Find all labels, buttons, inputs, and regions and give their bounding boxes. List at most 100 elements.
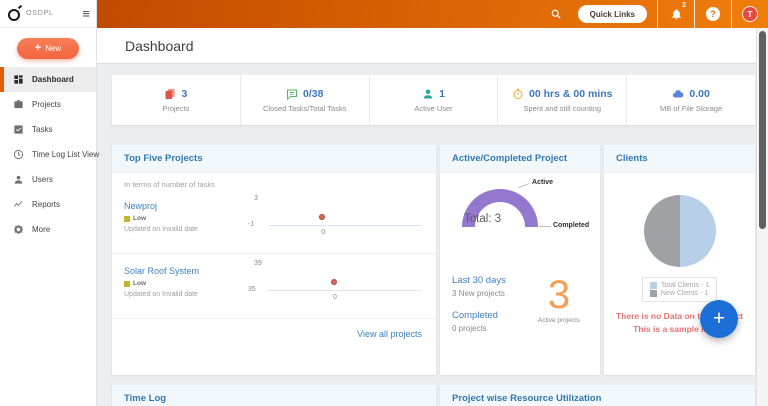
project-tasks-chart: 39 35 0 — [234, 256, 428, 312]
stat-value: 1 — [439, 87, 445, 100]
user-menu-button[interactable]: T — [732, 0, 768, 28]
sidebar-item-more[interactable]: More — [0, 217, 96, 242]
y-axis-tick: 3 — [254, 195, 258, 202]
chart-data-point — [319, 214, 326, 220]
sidebar-item-label: Users — [32, 175, 53, 184]
priority-label: Low — [133, 215, 146, 222]
cards-row: Top Five Projects In terms of number of … — [112, 145, 755, 375]
person-icon — [13, 174, 24, 185]
active-completed-gauge: Active Completed Total: 3 — [440, 173, 600, 259]
legend-item: New Clients - 1 — [649, 290, 709, 297]
new-button[interactable]: + New — [17, 38, 79, 59]
person-icon — [422, 88, 434, 100]
documents-copy-icon — [164, 88, 176, 100]
project-counters: Last 30 days 3 New projects Completed 0 … — [440, 259, 600, 345]
legend-swatch — [649, 290, 657, 297]
vertical-scrollbar[interactable] — [756, 28, 768, 406]
topbar: Quick Links 2 ? T — [97, 0, 768, 28]
new-button-label: New — [45, 44, 62, 53]
trend-line-icon — [13, 199, 24, 210]
project-name-link[interactable]: Solar Roof System — [124, 266, 234, 276]
stat-label: Projects — [162, 103, 190, 113]
stat-label: MB of File Storage — [660, 103, 723, 113]
hamburger-menu-icon[interactable]: ≡ — [82, 7, 90, 20]
clients-pie-chart — [643, 195, 716, 267]
sidebar-item-dashboard[interactable]: Dashboard — [0, 67, 96, 92]
legend-label: New Clients - 1 — [660, 290, 709, 297]
gear-icon — [13, 224, 24, 235]
osdpl-logo-icon — [8, 4, 23, 21]
completed-projects-text: 0 projects — [452, 324, 487, 333]
priority-swatch — [124, 280, 130, 287]
notification-badge: 2 — [682, 2, 686, 9]
sidebar-header: OSDPL ≡ — [0, 0, 96, 28]
gauge-leader-line — [518, 182, 530, 189]
stat-card-closed-tasks[interactable]: 0/38 Closed Tasks/Total Tasks — [241, 75, 370, 125]
sidebar-item-projects[interactable]: Projects — [0, 92, 96, 117]
y-axis-tick: 39 — [254, 260, 262, 267]
stat-card-projects[interactable]: 3 Projects — [112, 75, 241, 125]
card-title: Time Log — [112, 385, 436, 406]
legend-swatch — [649, 282, 657, 289]
titlebar: Dashboard — [97, 28, 768, 64]
scrollbar-thumb[interactable] — [759, 31, 766, 229]
stat-value: 3 — [181, 87, 188, 100]
sidebar-item-label: Dashboard — [32, 75, 74, 84]
stat-label: Closed Tasks/Total Tasks — [262, 103, 347, 113]
add-fab-button[interactable]: + — [700, 300, 738, 338]
help-button[interactable]: ? — [695, 0, 731, 28]
notifications-button[interactable]: 2 — [658, 0, 694, 28]
last-30-days-link[interactable]: Last 30 days — [452, 275, 528, 286]
chart-data-point — [331, 279, 337, 285]
stat-card-file-storage[interactable]: 0.00 MB of File Storage — [627, 75, 755, 125]
help-icon: ? — [706, 7, 720, 21]
active-projects-count: 3 — [547, 273, 571, 317]
card-title: Active/Completed Project — [440, 145, 600, 173]
project-name-link[interactable]: Newproj — [124, 201, 234, 211]
new-projects-text: 3 New projects — [452, 289, 505, 298]
app-window: OSDPL ≡ + New Dashboard Projects Tasks T… — [0, 0, 768, 406]
stat-card-time-spent[interactable]: 00 hrs & 00 mins Spent and still countin… — [498, 75, 628, 125]
project-updated-text: Updated on Invalid date — [124, 226, 198, 233]
sidebar: OSDPL ≡ + New Dashboard Projects Tasks T… — [0, 0, 100, 406]
plus-icon: + — [34, 42, 42, 54]
page-title: Dashboard — [125, 37, 194, 54]
stopwatch-icon — [512, 88, 524, 100]
clients-card: Clients Total Clients - 1 New Clients - … — [604, 145, 755, 375]
y-axis-tick: 35 — [248, 286, 256, 293]
priority-swatch — [124, 215, 130, 222]
project-row: Newproj Low Updated on Invalid date 3 -1… — [112, 189, 436, 254]
project-tasks-chart: 3 -1 0 — [234, 191, 428, 247]
plus-icon: + — [712, 307, 726, 330]
completed-link[interactable]: Completed — [452, 310, 528, 321]
sidebar-item-time-log-list-view[interactable]: Time Log List View — [0, 142, 100, 167]
gauge-leader-line — [539, 226, 551, 227]
active-projects-caption: Active projects — [537, 317, 581, 324]
briefcase-icon — [13, 99, 24, 110]
stat-value: 0/38 — [302, 87, 324, 100]
chart-axis-line — [268, 290, 422, 291]
logo-accent — [17, 4, 23, 9]
sidebar-item-tasks[interactable]: Tasks — [0, 117, 96, 142]
sidebar-item-users[interactable]: Users — [0, 167, 96, 192]
check-square-icon — [13, 124, 24, 135]
search-icon[interactable] — [544, 8, 568, 20]
stat-card-active-user[interactable]: 1 Active User — [370, 75, 499, 125]
main-content: 3 Projects 0/38 Closed Tasks/Total Tasks — [97, 64, 768, 406]
quick-links-button[interactable]: Quick Links — [577, 5, 647, 23]
sidebar-item-label: Time Log List View — [32, 150, 100, 159]
sidebar-nav: Dashboard Projects Tasks Time Log List V… — [0, 67, 100, 242]
gauge-total-label: Total: 3 — [464, 213, 502, 225]
time-log-card: Time Log — [112, 385, 436, 406]
logo-text: OSDPL — [26, 10, 54, 17]
project-wise-resource-utilization-card: Project wise Resource Utilization — [440, 385, 755, 406]
active-completed-project-card: Active/Completed Project Active Complete… — [440, 145, 600, 375]
stat-value: 00 hrs & 00 mins — [529, 87, 613, 100]
y-axis-tick: -1 — [248, 221, 255, 228]
sidebar-item-label: Reports — [32, 200, 61, 209]
view-all-projects-link[interactable]: View all projects — [112, 319, 436, 349]
pie-legend: Total Clients - 1 New Clients - 1 — [641, 277, 718, 302]
priority-label: Low — [133, 280, 146, 287]
sidebar-item-reports[interactable]: Reports — [0, 192, 96, 217]
project-updated-text: Updated on Invalid date — [124, 291, 198, 298]
